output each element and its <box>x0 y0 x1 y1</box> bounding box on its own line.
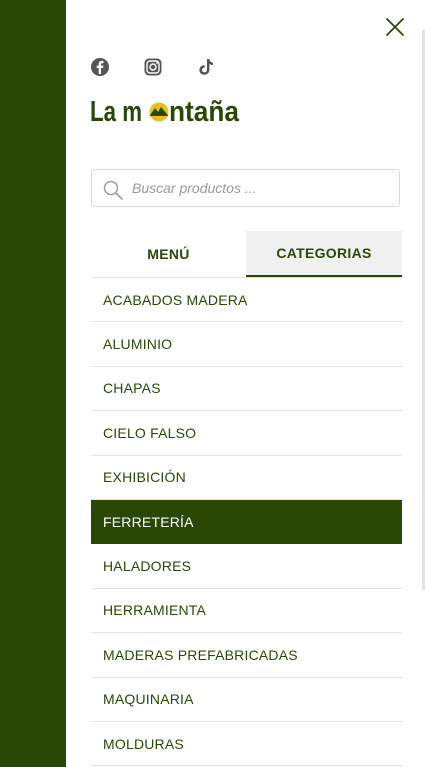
logo-text-part1: La m <box>90 96 142 128</box>
category-item[interactable]: EXHIBICIÓN <box>91 456 402 500</box>
menu-tabs: MENÚ CATEGORIAS <box>91 231 402 277</box>
instagram-icon <box>144 58 162 76</box>
brand-logo[interactable]: La m ntaña <box>90 92 250 132</box>
tab-categories[interactable]: CATEGORIAS <box>246 231 402 277</box>
category-item-active[interactable]: FERRETERÍA <box>91 499 402 545</box>
facebook-link[interactable] <box>90 57 110 77</box>
category-item[interactable]: MOLDURAS <box>91 722 402 767</box>
category-item[interactable]: ALUMINIO <box>91 322 402 367</box>
category-item[interactable]: CHAPAS <box>91 367 402 412</box>
category-item[interactable]: ACABADOS MADERA <box>91 278 402 323</box>
category-item[interactable]: HALADORES <box>91 544 402 589</box>
search-box <box>91 169 400 207</box>
category-item[interactable]: CIELO FALSO <box>91 411 402 456</box>
search-icon <box>103 180 123 200</box>
category-item[interactable]: MAQUINARIA <box>91 678 402 722</box>
tiktok-link[interactable] <box>196 57 216 77</box>
instagram-link[interactable] <box>143 57 163 77</box>
logo-text-part2: ntaña <box>169 96 240 128</box>
page-overlay[interactable] <box>0 0 66 767</box>
close-icon <box>386 18 404 36</box>
facebook-icon <box>91 58 109 76</box>
category-list: ACABADOS MADERA ALUMINIO CHAPAS CIELO FA… <box>91 277 402 767</box>
close-button[interactable] <box>384 16 406 38</box>
category-item[interactable]: MADERAS PREFABRICADAS <box>91 633 402 678</box>
category-item[interactable]: HERRAMIENTA <box>91 589 402 634</box>
tab-menu[interactable]: MENÚ <box>91 231 246 277</box>
social-links <box>90 57 249 77</box>
tiktok-icon <box>199 59 213 75</box>
search-input[interactable] <box>132 170 387 206</box>
mobile-menu-panel: La m ntaña MENÚ CATEGORIAS ACABADOS MADE… <box>66 0 425 767</box>
